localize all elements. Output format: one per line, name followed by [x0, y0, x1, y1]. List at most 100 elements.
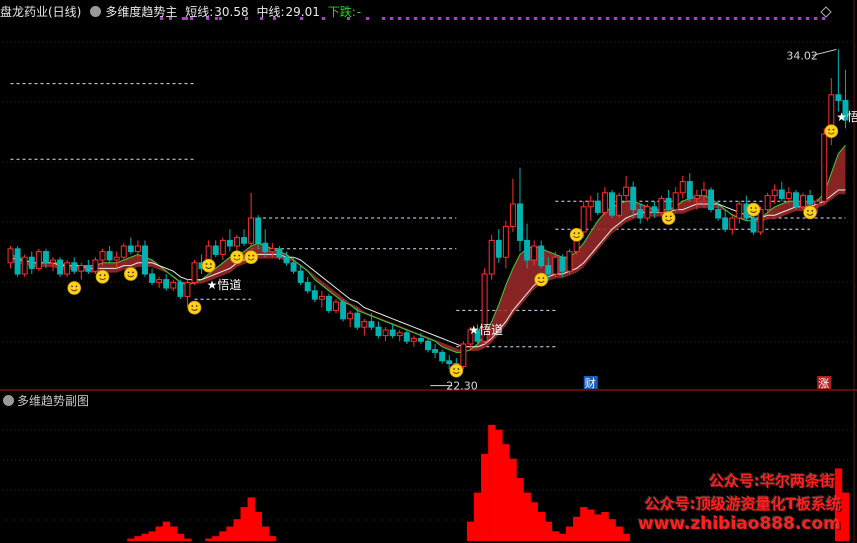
- candle-body: [778, 189, 785, 199]
- signal-marker: [606, 17, 609, 20]
- volume-bar: [615, 526, 623, 541]
- candle-body: [594, 200, 601, 213]
- event-tag-label: 财: [585, 376, 596, 390]
- smiley-eye: [577, 232, 580, 235]
- candle-body: [50, 259, 56, 264]
- candle-body: [616, 195, 623, 216]
- smiley-icon: [746, 202, 761, 217]
- signal-marker: [366, 17, 369, 20]
- smiley-face: [661, 211, 676, 225]
- signal-marker: [558, 17, 561, 20]
- candle-body: [255, 217, 262, 244]
- signal-marker: [742, 17, 745, 20]
- indicator-main-name[interactable]: 多维度趋势主: [105, 5, 177, 19]
- smiley-icon: [534, 272, 549, 287]
- candle-body: [644, 206, 651, 219]
- signal-marker: [422, 17, 425, 20]
- signal-marker: [622, 17, 625, 20]
- candle-body: [545, 265, 552, 275]
- smiley-icon: [569, 227, 584, 242]
- smiley-face: [123, 267, 138, 281]
- signal-marker: [550, 17, 553, 20]
- candle-body: [800, 195, 806, 208]
- candle-body: [637, 209, 644, 219]
- smiley-icon: [123, 267, 138, 281]
- candle-body: [509, 203, 516, 227]
- smiley-icon: [201, 258, 216, 273]
- candle-body: [333, 301, 339, 311]
- signal-marker: [678, 17, 681, 20]
- chart-header: 盘龙药业(日线) 多维度趋势主 短线:30.58 中线:29.01 下跌:-: [0, 3, 365, 21]
- candle-body: [807, 195, 814, 205]
- candle: [191, 260, 198, 286]
- candle-body: [750, 217, 757, 233]
- candle: [340, 299, 347, 322]
- signal-marker: [454, 17, 457, 20]
- candle-body: [658, 197, 665, 213]
- candle: [35, 248, 42, 272]
- candle-body: [425, 340, 431, 351]
- candle-body: [149, 273, 156, 283]
- candle: [764, 192, 771, 213]
- volume-bar: [127, 538, 135, 541]
- smiley-eye: [750, 207, 753, 209]
- signal-marker: [638, 17, 641, 20]
- volume-bar: [247, 497, 255, 541]
- signal-marker: [654, 17, 657, 20]
- smiley-eye: [233, 254, 236, 257]
- candle-body: [64, 262, 71, 275]
- smiley-eye: [665, 215, 668, 218]
- settings-icon[interactable]: [90, 6, 102, 17]
- smiley-icon: [661, 211, 676, 225]
- candle-body: [715, 209, 722, 219]
- volume-bar: [169, 526, 178, 541]
- signal-marker: [734, 17, 737, 20]
- smiley-face: [67, 281, 82, 295]
- signal-marker: [582, 17, 585, 20]
- candle-body: [708, 189, 715, 211]
- signal-marker: [686, 17, 689, 20]
- smiley-eye: [806, 209, 809, 212]
- candle-body: [495, 239, 502, 258]
- smiley-eye: [195, 305, 198, 307]
- candle-body: [700, 189, 707, 197]
- candle-body: [184, 281, 191, 297]
- candle-body: [764, 195, 771, 211]
- volume-bar: [502, 444, 510, 541]
- candle-body: [113, 256, 120, 261]
- candle-body: [262, 242, 269, 253]
- signal-marker: [630, 17, 633, 20]
- candle-body: [71, 262, 78, 272]
- sub-settings-icon[interactable]: [3, 395, 14, 406]
- candle-body: [559, 256, 566, 272]
- volume-bar: [544, 521, 553, 541]
- smiley-icon: [67, 281, 82, 295]
- signal-marker: [598, 17, 601, 20]
- candle-body: [269, 248, 276, 253]
- signal-marker: [494, 17, 497, 20]
- stock-name[interactable]: 盘龙药业(日线): [0, 5, 81, 19]
- volume-bar: [537, 511, 546, 541]
- trend-label: 下跌:: [327, 5, 356, 19]
- smiley-face: [187, 300, 202, 315]
- volume-bar: [594, 514, 602, 541]
- candle-body: [127, 245, 134, 253]
- candle-body: [446, 360, 453, 365]
- volume-bar: [580, 507, 588, 541]
- volume-bar: [261, 526, 270, 541]
- signal-marker: [542, 17, 545, 20]
- signal-marker: [502, 17, 505, 20]
- watermark-line2: 公众号:顶级游资量化T板系统: [644, 495, 841, 513]
- signal-marker: [574, 17, 577, 20]
- candle-body: [85, 265, 92, 272]
- candle-body: [134, 245, 141, 253]
- signal-marker: [414, 17, 417, 20]
- smiley-icon: [95, 269, 110, 284]
- signal-marker: [398, 17, 401, 20]
- smiley-icon: [449, 363, 464, 378]
- sub-panel-title[interactable]: 多维趋势副图: [17, 394, 89, 408]
- candle-body: [325, 295, 332, 311]
- candle-body: [304, 281, 311, 292]
- signal-marker: [726, 17, 729, 20]
- candle-body: [488, 239, 495, 275]
